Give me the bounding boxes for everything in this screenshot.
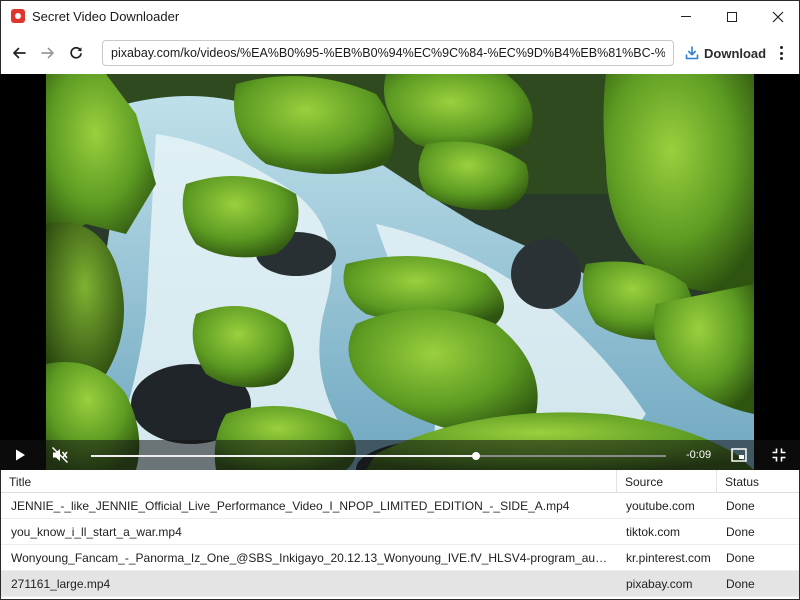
download-icon xyxy=(685,46,699,60)
forward-arrow-icon xyxy=(41,47,54,59)
row-title: you_know_i_ll_start_a_war.mp4 xyxy=(11,525,182,539)
minimize-button[interactable] xyxy=(663,1,709,32)
player-controls: -0:09 xyxy=(0,440,800,470)
mute-button[interactable] xyxy=(51,446,69,464)
play-icon xyxy=(16,449,25,461)
title-bar: Secret Video Downloader xyxy=(0,0,800,32)
row-status: Done xyxy=(726,499,755,513)
table-row[interactable]: JENNIE_-_like_JENNIE_Official_Live_Perfo… xyxy=(1,493,799,519)
mute-icon xyxy=(51,446,69,464)
row-status: Done xyxy=(726,577,755,591)
column-header-status[interactable]: Status xyxy=(717,470,799,493)
seek-bar-thumb[interactable] xyxy=(472,452,481,460)
picture-in-picture-icon xyxy=(731,448,747,462)
more-menu-button[interactable] xyxy=(773,44,789,62)
seek-bar-progress xyxy=(91,455,477,457)
row-title: Wonyoung_Fancam_-_Panorma_Iz_One_@SBS_In… xyxy=(11,551,611,565)
url-input[interactable] xyxy=(103,41,673,65)
table-header: Title Source Status xyxy=(1,470,799,493)
exit-fullscreen-icon xyxy=(772,448,786,462)
row-title: JENNIE_-_like_JENNIE_Official_Live_Perfo… xyxy=(11,499,570,513)
download-button[interactable]: Download xyxy=(685,42,766,64)
record-icon xyxy=(11,9,25,23)
navigation-toolbar: Download xyxy=(0,32,800,74)
minimize-icon xyxy=(681,16,691,17)
column-header-title[interactable]: Title xyxy=(1,470,617,493)
video-frame[interactable] xyxy=(46,74,754,470)
table-row-selected[interactable]: 271161_large.mp4 pixabay.com Done xyxy=(1,571,799,597)
close-icon xyxy=(772,11,784,22)
table-row[interactable]: Wonyoung_Fancam_-_Panorma_Iz_One_@SBS_In… xyxy=(1,545,799,571)
row-status: Done xyxy=(726,551,755,565)
picture-in-picture-button[interactable] xyxy=(731,448,747,462)
maximize-button[interactable] xyxy=(709,1,755,32)
row-status: Done xyxy=(726,525,755,539)
more-vertical-icon xyxy=(779,46,783,49)
table-row[interactable]: you_know_i_ll_start_a_war.mp4 tiktok.com… xyxy=(1,519,799,545)
downloads-table: Title Source Status JENNIE_-_like_JENNIE… xyxy=(0,470,800,600)
close-button[interactable] xyxy=(755,1,800,32)
video-image-waterfall-rocks xyxy=(46,74,754,470)
reload-icon xyxy=(70,46,82,59)
row-source: kr.pinterest.com xyxy=(626,551,711,565)
forward-button[interactable] xyxy=(37,42,59,64)
address-bar[interactable] xyxy=(102,40,674,66)
row-source: pixabay.com xyxy=(626,577,693,591)
back-arrow-icon xyxy=(13,47,26,59)
maximize-icon xyxy=(727,11,737,22)
window-title: Secret Video Downloader xyxy=(32,9,180,24)
row-source: youtube.com xyxy=(626,499,695,513)
reload-button[interactable] xyxy=(65,42,87,64)
row-source: tiktok.com xyxy=(626,525,681,539)
video-player[interactable]: -0:09 xyxy=(0,74,800,470)
time-remaining: -0:09 xyxy=(686,449,712,461)
seek-bar[interactable] xyxy=(91,452,666,460)
column-header-source[interactable]: Source xyxy=(617,470,717,493)
download-button-label: Download xyxy=(704,45,767,61)
play-button[interactable] xyxy=(12,447,28,463)
row-title: 271161_large.mp4 xyxy=(11,577,111,591)
back-button[interactable] xyxy=(8,42,30,64)
exit-fullscreen-button[interactable] xyxy=(771,447,787,463)
